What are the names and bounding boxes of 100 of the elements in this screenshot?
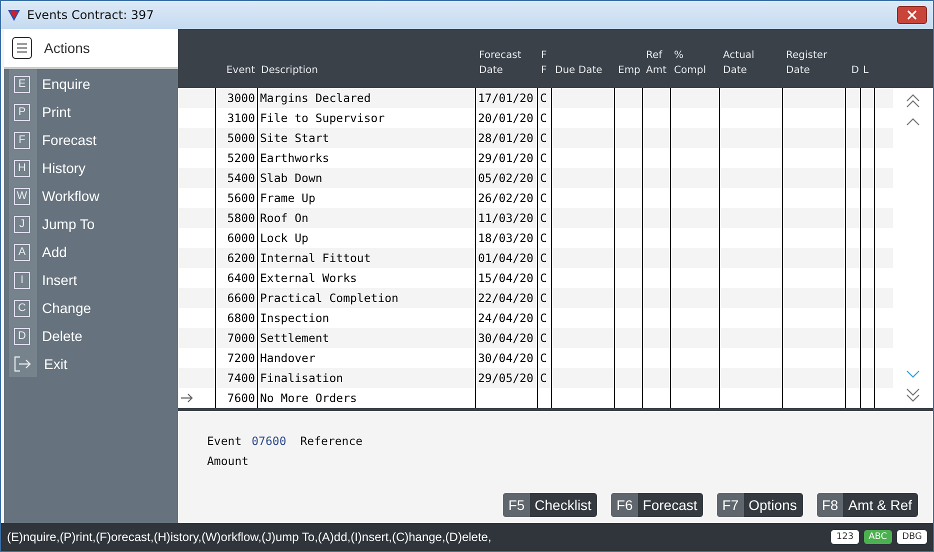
table-cell-text: 3100 [227,110,255,127]
function-key-button[interactable]: F6 Forecast [611,493,704,517]
table-cell-text: 29/05/20 [478,370,534,387]
table-cell-text: 01/04/20 [478,250,534,267]
exit-icon [14,356,32,372]
table-cell-text: Frame Up [260,190,316,207]
shortcut-key: A [14,244,30,260]
action-item[interactable]: A Add [4,238,178,266]
shortcut-key: W [14,188,30,204]
table-cell-text: 18/03/20 [478,230,534,247]
action-item[interactable]: C Change [4,294,178,322]
menu-icon[interactable] [12,37,32,59]
function-key-button[interactable]: F7 Options [717,493,803,517]
shortcut-key: P [14,104,30,120]
action-item[interactable]: P Print [4,98,178,126]
column-header: % Compl [674,49,707,78]
table-cell-text: C [540,250,547,267]
mode-indicator: DBG [897,530,927,544]
table-cell-text: External Works [260,270,357,287]
table-row[interactable]: 7000 Settlement 30/04/20 C [178,328,893,348]
action-item[interactable]: F Forecast [4,126,178,154]
table-cell-text: C [540,230,547,247]
table-cell-text: Lock Up [260,230,308,247]
shortcut-key: E [14,76,30,92]
table-cell-text: 5400 [227,170,255,187]
shortcut-key: C [14,300,30,316]
scroll-down-icon[interactable] [906,370,920,378]
shortcut-key: D [14,328,30,344]
table-cell-text: 6800 [227,310,255,327]
column-header: F F [541,49,548,78]
table-cell-text: 7200 [227,350,255,367]
table-cell-text: C [540,370,547,387]
table-row[interactable]: 6600 Practical Completion 22/04/20 C [178,288,893,308]
table-cell-text: 11/03/20 [478,210,534,227]
table-row[interactable]: 5000 Site Start 28/01/20 C [178,128,893,148]
reference-label: Reference [300,434,363,448]
table-row[interactable]: 6200 Internal Fittout 01/04/20 C [178,248,893,268]
table-cell-text: Inspection [260,310,330,327]
column-header: L [863,64,870,78]
table-cell-text: 28/01/20 [478,130,534,147]
scroll-top-icon[interactable] [906,94,920,108]
column-header: Emp [618,64,640,78]
table-cell-text: 5000 [227,130,255,147]
shortcut-key: J [14,216,30,232]
close-button[interactable] [897,6,927,24]
amount-label: Amount [207,454,249,468]
table-cell-text: Roof On [260,210,308,227]
event-value: 07600 [252,434,286,448]
table-cell-text: 6200 [227,250,255,267]
table-row[interactable]: 5400 Slab Down 05/02/20 C [178,168,893,188]
table-cell-text: 7600 [227,390,255,407]
scroll-bottom-icon[interactable] [906,388,920,402]
shortcut-key: H [14,160,30,176]
action-item[interactable]: J Jump To [4,210,178,238]
table-cell-text: C [540,130,547,147]
column-header: Description [261,64,319,78]
table-row[interactable]: 3000 Margins Declared 17/01/20 C [178,88,893,108]
table-cell-text: 26/02/20 [478,190,534,207]
table-cell-text: No More Orders [260,390,357,407]
table-cell-text: Internal Fittout [260,250,371,267]
table-cell-text: C [540,290,547,307]
column-header: Register Date [786,49,828,78]
table-cell-text: 17/01/20 [478,90,534,107]
table-cell-text: 05/02/20 [478,170,534,187]
table-cell-text: C [540,330,547,347]
table-cell-text: Finalisation [260,370,344,387]
event-label: Event [207,434,242,448]
window-title: Events Contract: 397 [27,8,155,22]
action-item[interactable]: W Workflow [4,182,178,210]
table-cell-text: 30/04/20 [478,330,534,347]
mode-indicator: 123 [831,530,859,544]
action-item[interactable]: H History [4,154,178,182]
table-cell-text: C [540,190,547,207]
shortcut-key: I [14,272,30,288]
column-header: Actual Date [723,49,756,78]
table-cell-text: Site Start [260,130,330,147]
logo-icon [7,8,21,22]
action-item[interactable]: I Insert [4,266,178,294]
table-cell-text: 7000 [227,330,255,347]
table-cell-text: 3000 [227,90,255,107]
table-row[interactable]: 5800 Roof On 11/03/20 C [178,208,893,228]
table-cell-text: 30/04/20 [478,350,534,367]
function-key-button[interactable]: F5 Checklist [503,493,598,517]
action-item[interactable]: E Enquire [4,70,178,98]
table-cell-text: 5800 [227,210,255,227]
table-cell-text: 6000 [227,230,255,247]
table-row[interactable]: 7400 Finalisation 29/05/20 C [178,368,893,388]
status-text: (E)nquire,(P)rint,(F)orecast,(H)istory,(W)orkflow,(J)ump To,(A)dd,(I)nsert,(C)hange,(D)elete, [7,530,492,544]
table-cell-text: Earthworks [260,150,330,167]
table-cell-text: C [540,150,547,167]
table-cell-text: 29/01/20 [478,150,534,167]
column-header: Forecast Date [479,49,522,78]
function-key-button[interactable]: F8 Amt & Ref [816,493,918,517]
scroll-up-icon[interactable] [906,118,920,126]
shortcut-key: F [14,132,30,148]
action-item[interactable]: D Delete [4,322,178,350]
action-item[interactable]: Exit [4,350,178,378]
table-cell-text: C [540,310,547,327]
column-header: Ref Amt [646,49,668,78]
mode-indicator: ABC [864,530,892,544]
